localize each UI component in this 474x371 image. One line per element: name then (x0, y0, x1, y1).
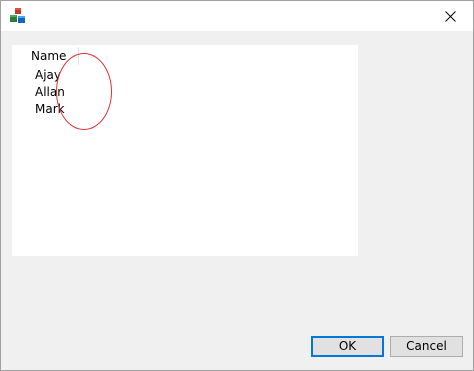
dialog-window: Name Ajay Allan Mark OK Cancel (0, 0, 474, 371)
ok-button[interactable]: OK (311, 336, 384, 357)
dialog-client-area: Name Ajay Allan Mark OK Cancel (1, 31, 473, 370)
app-cubes-icon (9, 7, 27, 25)
close-button[interactable] (427, 1, 473, 31)
close-icon (444, 10, 456, 22)
cancel-button[interactable]: Cancel (390, 336, 463, 357)
highlight-ellipse (56, 53, 112, 130)
title-bar (1, 1, 473, 31)
